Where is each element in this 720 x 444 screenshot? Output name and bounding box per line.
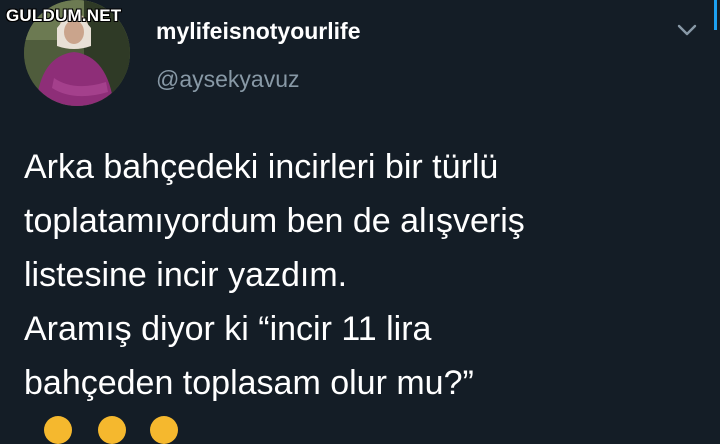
display-name[interactable]: mylifeisnotyourlife xyxy=(156,18,360,45)
tweet-line: toplatamıyordum ben de alışveriş xyxy=(24,202,525,240)
face-with-tears-of-joy-icon xyxy=(44,416,72,444)
face-with-tears-of-joy-icon xyxy=(150,416,178,444)
tweet-line: bahçeden toplasam olur mu?” xyxy=(24,364,474,402)
chevron-down-icon[interactable] xyxy=(676,22,698,38)
tweet-line: listesine incir yazdım. xyxy=(24,256,348,294)
tweet-text: Arka bahçedeki incirleri bir türlü topla… xyxy=(24,140,704,410)
tweet-line: Arka bahçedeki incirleri bir türlü xyxy=(24,148,499,186)
scrollbar[interactable] xyxy=(714,0,717,30)
user-handle[interactable]: @aysekyavuz xyxy=(156,66,300,93)
tweet-line: Aramış diyor ki “incir 11 lira xyxy=(24,310,432,348)
site-watermark: GULDUM.NET xyxy=(6,6,122,25)
face-with-tears-of-joy-icon xyxy=(98,416,126,444)
